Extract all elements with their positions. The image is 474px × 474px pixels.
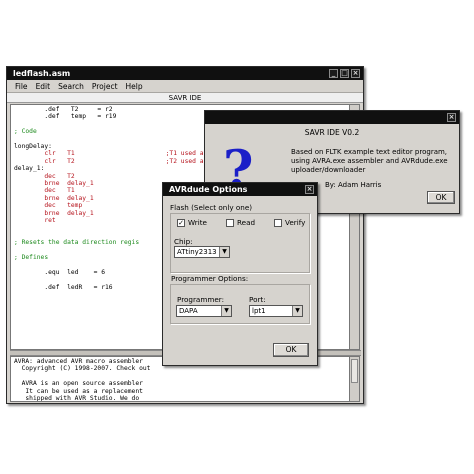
console-scrollbar[interactable] xyxy=(349,356,360,402)
verify-check-box[interactable] xyxy=(274,218,282,227)
chevron-down-icon[interactable]: ▼ xyxy=(292,306,302,316)
about-ok-button[interactable]: OK xyxy=(427,191,455,204)
chip-value: ATtiny2313 xyxy=(177,248,217,256)
port-value: lpt1 xyxy=(252,307,266,315)
about-close-button[interactable]: × xyxy=(447,113,456,122)
editor-title: ledflash.asm xyxy=(13,69,71,78)
avrdude-titlebar[interactable]: AVRdude Options × xyxy=(163,183,317,196)
read-label: Read xyxy=(237,218,256,227)
about-title: SAVR IDE V0.2 xyxy=(304,128,360,137)
about-titlebar[interactable]: × xyxy=(205,111,459,124)
console-line: AVRA is an open source assembler xyxy=(14,380,143,388)
console-line: It can be used as a replacement xyxy=(14,387,143,395)
programmer-value: DAPA xyxy=(179,307,198,315)
about-description: Based on FLTK example text editor progra… xyxy=(291,148,448,174)
chip-label: Chip: xyxy=(174,237,193,246)
menu-search[interactable]: Search xyxy=(54,80,88,92)
avrdude-title: AVRdude Options xyxy=(169,185,248,194)
avrdude-ok-button[interactable]: OK xyxy=(273,343,309,357)
programmer-label: Programmer: xyxy=(177,295,224,304)
editor-titlebar[interactable]: ledflash.asm _ □ × xyxy=(7,67,363,80)
menu-project[interactable]: Project xyxy=(88,80,122,92)
menu-edit[interactable]: Edit xyxy=(32,80,55,92)
console-line: shipped with AVR Studio. We do xyxy=(14,395,140,402)
chevron-down-icon[interactable]: ▼ xyxy=(219,247,229,257)
port-select[interactable]: lpt1 ▼ xyxy=(249,305,303,317)
read-check-box[interactable] xyxy=(226,218,234,227)
programmer-options-group xyxy=(170,284,310,324)
about-author: By: Adam Harris xyxy=(325,181,382,189)
verify-label: Verify xyxy=(285,218,306,227)
console-line: Copyright (C) 1998-2007. Check out xyxy=(14,365,151,373)
menu-file[interactable]: File xyxy=(11,80,32,92)
console-scroll-thumb[interactable] xyxy=(351,359,358,383)
minimize-button[interactable]: _ xyxy=(329,69,338,78)
avrdude-close-button[interactable]: × xyxy=(305,185,314,194)
write-label: Write xyxy=(188,218,207,227)
chip-select[interactable]: ATtiny2313 ▼ xyxy=(174,246,230,258)
app-subtitle: SAVR IDE xyxy=(7,93,363,103)
write-checkbox[interactable]: ✓ Write xyxy=(177,218,207,227)
close-button[interactable]: × xyxy=(351,69,360,78)
flash-label: Flash (Select only one) xyxy=(170,203,253,212)
programmer-select[interactable]: DAPA ▼ xyxy=(176,305,232,317)
chevron-down-icon[interactable]: ▼ xyxy=(221,306,231,316)
avrdude-options-window: AVRdude Options × Flash (Select only one… xyxy=(162,182,318,366)
maximize-button[interactable]: □ xyxy=(340,69,349,78)
menu-help[interactable]: Help xyxy=(122,80,147,92)
programmer-options-label: Programmer Options: xyxy=(171,274,249,283)
read-checkbox[interactable]: Read xyxy=(226,218,255,227)
menubar: File Edit Search Project Help xyxy=(7,80,363,93)
write-check-mark[interactable]: ✓ xyxy=(177,218,185,227)
verify-checkbox[interactable]: Verify xyxy=(274,218,305,227)
port-label: Port: xyxy=(249,295,266,304)
